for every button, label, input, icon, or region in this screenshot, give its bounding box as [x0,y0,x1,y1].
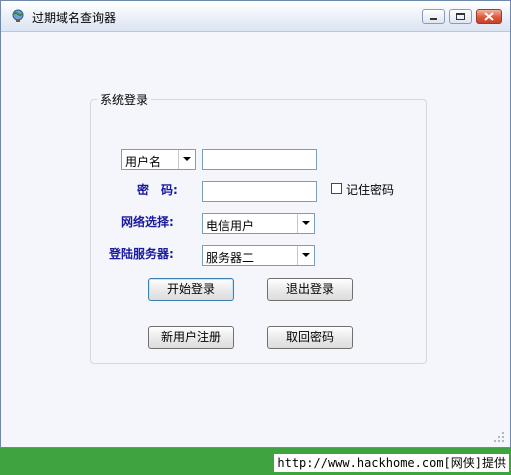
user-type-value: 用户名 [125,155,162,169]
title-bar[interactable]: 过期域名查询器 [1,1,510,32]
app-window: 过期域名查询器 系统登录 用户名 密 码: 记住密码 网络选择: 电信用户 登陆… [0,0,511,448]
server-dropdown-button[interactable] [297,246,314,265]
chevron-down-icon [183,157,191,161]
footer-bar: http://www.hackhome.com[网侠]提供 [0,448,511,475]
remember-password-checkbox[interactable] [331,183,342,194]
recover-password-button[interactable]: 取回密码 [267,326,353,349]
close-button[interactable] [476,9,502,24]
password-label: 密 码: [137,183,178,197]
network-value: 电信用户 [206,219,255,233]
maximize-icon [456,13,465,20]
user-type-dropdown-button[interactable] [178,150,195,169]
maximize-button[interactable] [449,9,472,24]
footer-credit: http://www.hackhome.com[网侠]提供 [274,454,509,472]
close-icon [484,12,494,21]
chevron-down-icon [302,253,310,257]
server-value: 服务器二 [206,251,255,265]
server-label: 登陆服务器: [109,247,174,261]
register-button[interactable]: 新用户注册 [148,326,234,349]
network-dropdown-button[interactable] [297,214,314,233]
minimize-button[interactable] [422,9,445,24]
chevron-down-icon [302,221,310,225]
exit-button[interactable]: 退出登录 [267,278,353,301]
remember-password-label: 记住密码 [346,183,395,197]
password-input[interactable] [202,181,317,202]
window-title: 过期域名查询器 [32,11,117,25]
server-select[interactable]: 服务器二 [202,245,315,266]
network-select[interactable]: 电信用户 [202,213,315,234]
resize-grip-icon[interactable] [493,431,505,443]
username-input[interactable] [202,149,317,170]
minimize-icon [430,18,437,20]
login-button[interactable]: 开始登录 [148,278,234,301]
user-type-select[interactable]: 用户名 [121,149,196,170]
globe-icon [12,9,24,22]
network-label: 网络选择: [121,215,174,229]
login-group-title: 系统登录 [97,91,152,108]
